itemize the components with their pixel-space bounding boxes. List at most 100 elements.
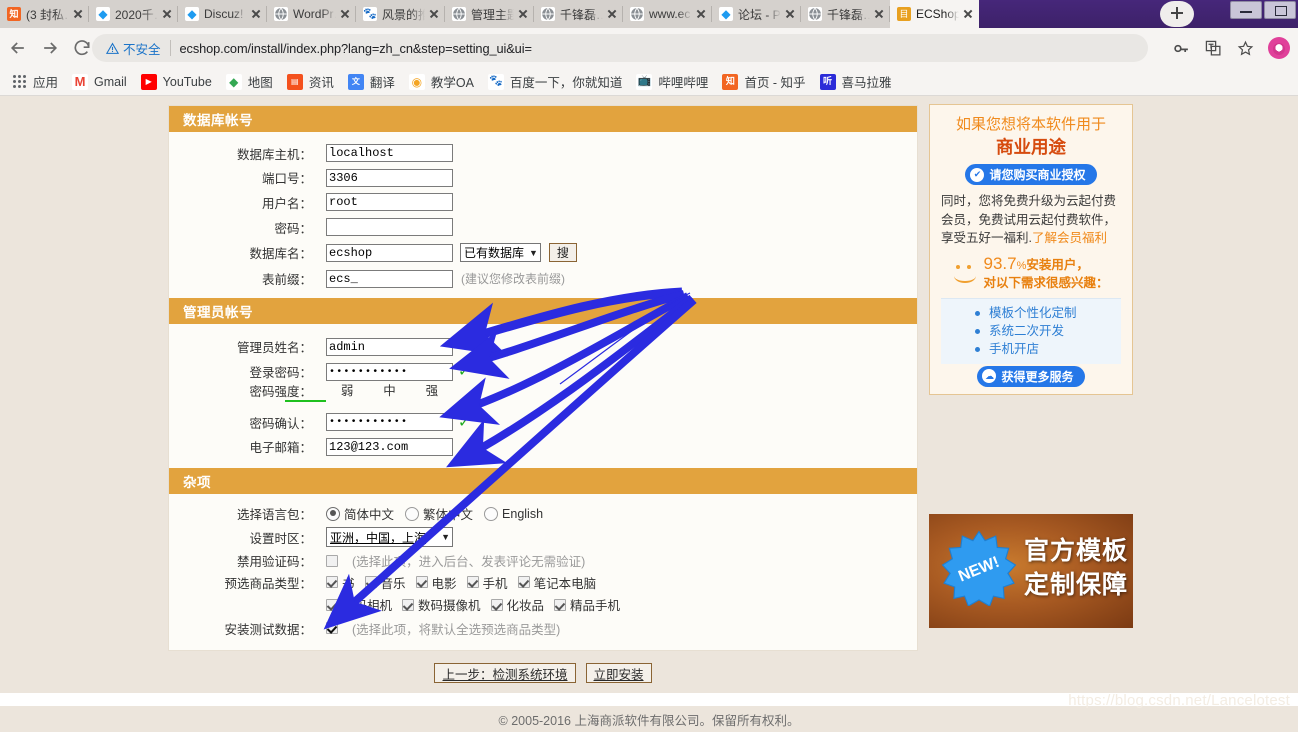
bookmark-3[interactable]: ◆ 地图 xyxy=(219,70,280,94)
bookmark-6[interactable]: ◉ 教学OA xyxy=(402,70,481,94)
admin-email-input[interactable]: 123@123.com xyxy=(326,437,453,456)
category-checkbox-b-2[interactable]: 化妆品 xyxy=(490,595,544,614)
db-name-input[interactable]: ecshop xyxy=(326,243,453,262)
template-banner[interactable]: NEW! 官方模板 定制保障 xyxy=(929,514,1133,628)
browser-tab-8[interactable]: ◆ 论坛 - P… xyxy=(712,0,801,28)
category-checkbox-1[interactable]: 音乐 xyxy=(364,573,406,592)
browser-tab-9[interactable]: 千锋磊… xyxy=(801,0,890,28)
security-indicator[interactable]: 不安全 xyxy=(106,39,161,58)
close-icon[interactable] xyxy=(961,7,975,21)
install-form-panel: 数据库帐号 数据库主机： localhost 端口号： 3306 用户名： ro… xyxy=(168,105,918,651)
checkbox-box xyxy=(326,554,338,567)
category-checkbox-b-0[interactable]: 数码相机 xyxy=(326,595,392,614)
apps-grid-icon xyxy=(11,74,27,90)
bookmark-1[interactable]: M Gmail xyxy=(65,70,134,94)
category-checkbox-b-3[interactable]: 精品手机 xyxy=(554,595,620,614)
radio-dot xyxy=(405,506,420,521)
admin-name-input[interactable]: admin xyxy=(326,337,453,356)
close-icon[interactable] xyxy=(338,7,352,21)
category-checkbox-4[interactable]: 笔记本电脑 xyxy=(517,573,596,592)
admin-password-input[interactable]: ••••••••••• xyxy=(326,362,453,381)
close-icon[interactable] xyxy=(516,7,530,21)
close-icon[interactable] xyxy=(71,7,85,21)
timezone-select[interactable]: 亚洲，中国，上海 ▼ xyxy=(326,527,453,548)
category-checkbox-3[interactable]: 手机 xyxy=(466,573,508,592)
promo-stat-suffix: 安装用户， xyxy=(1026,257,1089,272)
language-option-0[interactable]: 简体中文 xyxy=(326,504,394,523)
captcha-checkbox[interactable] xyxy=(326,554,342,567)
minimize-button[interactable] xyxy=(1230,1,1262,19)
profile-avatar[interactable] xyxy=(1268,37,1290,59)
promo-stat-text: 93.7%安装用户， 对以下需求很感兴趣： xyxy=(983,255,1108,291)
previous-step-button[interactable]: 上一步：检测系统环境 xyxy=(434,663,576,683)
checkbox-box xyxy=(326,622,338,635)
browser-tab-7[interactable]: www.ec… xyxy=(623,0,712,28)
forward-button[interactable] xyxy=(34,32,66,64)
language-option-1[interactable]: 繁体中文 xyxy=(405,504,473,523)
language-option-label: English xyxy=(502,506,544,521)
promo-need-2[interactable]: 手机开店 xyxy=(975,340,1121,358)
bookmark-7[interactable]: 🐾 百度一下，你就知道 xyxy=(481,70,630,94)
browser-tab-4[interactable]: 🐾 风景的推… xyxy=(356,0,445,28)
bookmark-10[interactable]: 听喜马拉雅 xyxy=(813,70,899,94)
address-bar[interactable]: 不安全 ecshop.com/install/index.php?lang=zh… xyxy=(92,34,1148,62)
db-exist-select[interactable]: 已有数据库 ▼ xyxy=(460,243,541,263)
close-icon[interactable] xyxy=(783,7,797,21)
globe-icon xyxy=(541,7,555,21)
admin-confirm-input[interactable]: ••••••••••• xyxy=(326,413,453,432)
db-prefix-input[interactable]: ecs_ xyxy=(326,269,453,288)
browser-tab-0[interactable]: 知 (3 封私… xyxy=(0,0,89,28)
browser-tab-2[interactable]: ◆ Discuz! xyxy=(178,0,267,28)
browser-tab-5[interactable]: 管理主题… xyxy=(445,0,534,28)
category-checkbox-0[interactable]: 书 xyxy=(326,573,355,592)
language-option-2[interactable]: English xyxy=(484,506,544,521)
check-circle-icon: ✔ xyxy=(970,167,985,182)
bookmark-5[interactable]: 文翻译 xyxy=(341,70,402,94)
bookmark-8[interactable]: 📺 哔哩哔哩 xyxy=(629,70,715,94)
back-button[interactable] xyxy=(2,32,34,64)
browser-tab-6[interactable]: 千锋磊… xyxy=(534,0,623,28)
db-password-input[interactable] xyxy=(326,218,453,237)
db-password-row: 密码： xyxy=(169,215,917,240)
promo-body: 同时，您将免费升级为云起付费会员，免费试用云起付费软件，享受五好一福利.了解会员… xyxy=(941,192,1121,248)
bookmark-4[interactable]: ▤ 资讯 xyxy=(280,70,341,94)
db-host-label: 数据库主机： xyxy=(236,147,312,162)
db-user-input[interactable]: root xyxy=(326,193,453,212)
browser-tab-1[interactable]: ◆ 2020千… xyxy=(89,0,178,28)
new-tab-button[interactable] xyxy=(1160,1,1194,27)
member-benefits-link[interactable]: 了解会员福利 xyxy=(1032,231,1107,245)
chevron-down-icon: ▼ xyxy=(529,247,538,258)
browser-tab-3[interactable]: WordPr… xyxy=(267,0,356,28)
promo-need-0[interactable]: 模板个性化定制 xyxy=(975,304,1121,322)
install-now-button[interactable]: 立即安装 xyxy=(585,663,652,683)
close-icon[interactable] xyxy=(249,7,263,21)
tab-list: 知 (3 封私… ◆ 2020千… ◆ Discuz! WordPr… 🐾 风景的推… 管理主题…… xyxy=(0,0,979,28)
bookmark-9[interactable]: 知首页 - 知乎 xyxy=(715,70,812,94)
star-icon[interactable] xyxy=(1236,39,1254,57)
close-icon[interactable] xyxy=(427,7,441,21)
db-host-input[interactable]: localhost xyxy=(326,144,453,163)
bookmark-0[interactable]: 应用 xyxy=(4,70,65,94)
maximize-button[interactable] xyxy=(1264,1,1296,19)
db-port-input[interactable]: 3306 xyxy=(326,168,453,187)
category-checkbox-b-1[interactable]: 数码摄像机 xyxy=(402,595,481,614)
translate-icon[interactable] xyxy=(1204,39,1222,57)
close-icon[interactable] xyxy=(872,7,886,21)
close-icon[interactable] xyxy=(605,7,619,21)
promo-need-1[interactable]: 系统二次开发 xyxy=(975,322,1121,340)
bookmark-2[interactable]: ▶ YouTube xyxy=(134,70,219,94)
browser-tab-10[interactable]: 目 ECShop… xyxy=(890,0,979,28)
more-services-button[interactable]: ☁ 获得更多服务 xyxy=(977,365,1085,387)
db-search-button[interactable]: 搜 xyxy=(548,243,577,263)
close-icon[interactable] xyxy=(160,7,174,21)
tab-title: www.ec… xyxy=(649,7,692,21)
new-burst-icon: NEW! xyxy=(941,530,1017,606)
close-icon[interactable] xyxy=(694,7,708,21)
testdata-checkbox[interactable] xyxy=(326,622,342,635)
key-icon[interactable] xyxy=(1172,39,1190,57)
bookmark-label: 百度一下，你就知道 xyxy=(509,76,623,90)
category-checkbox-2[interactable]: 电影 xyxy=(415,573,457,592)
buy-license-button[interactable]: ✔ 请您购买商业授权 xyxy=(965,164,1097,185)
warning-triangle-icon xyxy=(106,42,119,54)
previous-step-label: 上一步：检测系统环境 xyxy=(442,667,568,682)
